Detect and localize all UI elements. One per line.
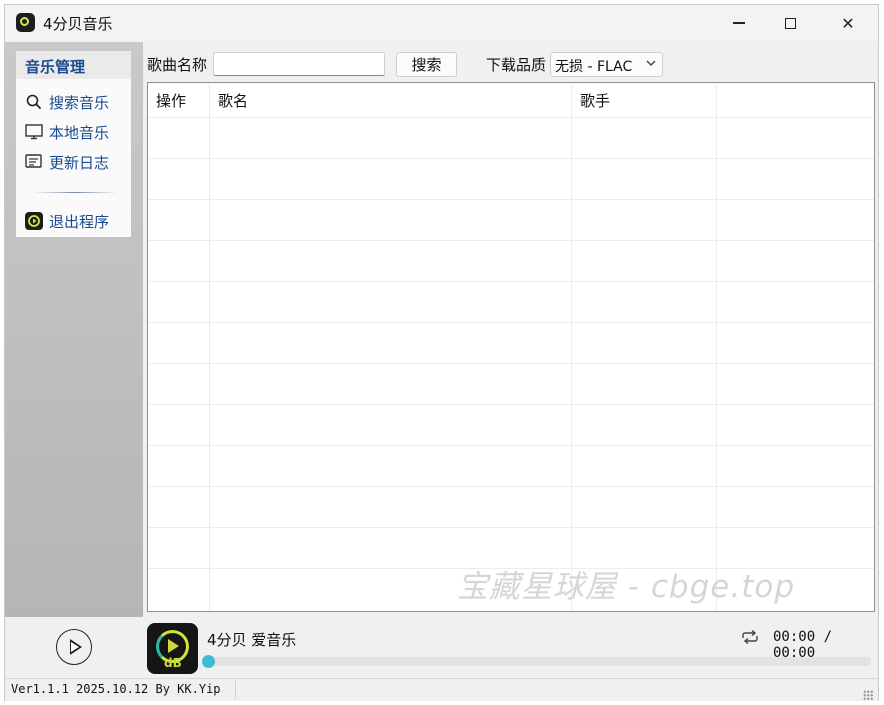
song-table[interactable]: 操作 歌名 歌手 (147, 82, 875, 612)
log-icon (25, 153, 43, 171)
cover-play-icon (168, 639, 179, 653)
chevron-down-icon (645, 57, 657, 72)
status-divider (235, 681, 236, 699)
quality-label: 下载品质 (486, 56, 547, 74)
song-name-label: 歌曲名称 (147, 56, 208, 74)
row-divider (148, 199, 874, 200)
sidebar-item-label: 本地音乐 (49, 123, 110, 142)
sidebar-divider (32, 192, 118, 193)
search-button[interactable]: 搜索 (396, 52, 457, 77)
title-bar: 4分贝音乐 ✕ (5, 5, 878, 41)
row-divider (148, 486, 874, 487)
minimize-icon (733, 22, 745, 24)
row-divider (148, 363, 874, 364)
window-title: 4分贝音乐 (43, 15, 113, 33)
minimize-button[interactable] (717, 5, 761, 41)
column-divider (571, 83, 572, 611)
monitor-icon (25, 123, 43, 141)
maximize-button[interactable] (768, 5, 812, 41)
column-header-song[interactable]: 歌名 (210, 83, 572, 117)
progress-handle[interactable] (202, 655, 215, 668)
sidebar-header: 音乐管理 (16, 51, 131, 79)
sidebar-item-label: 更新日志 (49, 153, 110, 172)
app-icon (25, 212, 43, 230)
track-title: 4分贝 爱音乐 (207, 631, 297, 649)
app-window: 4分贝音乐 ✕ 音乐管理 搜索音乐 本地音乐 更新日志 退出程序 歌曲名称 搜索… (4, 4, 879, 701)
repeat-icon[interactable] (740, 629, 760, 649)
column-header-action[interactable]: 操作 (148, 83, 210, 117)
column-divider (716, 83, 717, 611)
sidebar-item-label: 搜索音乐 (49, 93, 110, 112)
song-name-input[interactable] (213, 52, 385, 76)
close-button[interactable]: ✕ (826, 5, 870, 41)
sidebar-item-changelog[interactable]: 更新日志 (25, 150, 109, 174)
quality-select[interactable]: 无损 - FLAC (550, 52, 663, 77)
resize-grip-icon[interactable] (863, 690, 873, 700)
row-divider (148, 158, 874, 159)
sidebar-item-label: 退出程序 (49, 212, 110, 231)
sidebar-item-exit[interactable]: 退出程序 (25, 209, 109, 233)
app-logo-icon (16, 13, 35, 32)
sidebar-header-label: 音乐管理 (25, 58, 86, 76)
row-divider (148, 281, 874, 282)
status-right-panel (786, 681, 856, 699)
sidebar-menu: 音乐管理 搜索音乐 本地音乐 更新日志 退出程序 (16, 51, 131, 237)
play-button[interactable] (56, 629, 92, 665)
row-divider (148, 322, 874, 323)
maximize-icon (784, 17, 796, 29)
version-text: Ver1.1.1 2025.10.12 By KK.Yip (11, 682, 221, 696)
cover-db-label: dB (164, 656, 182, 670)
row-divider (148, 527, 874, 528)
row-divider (148, 240, 874, 241)
album-cover: dB (147, 623, 198, 674)
progress-bar[interactable] (204, 657, 871, 666)
search-icon (25, 93, 43, 111)
row-divider (148, 117, 874, 118)
row-divider (148, 445, 874, 446)
column-header-extra[interactable] (717, 83, 874, 117)
close-icon: ✕ (841, 13, 855, 33)
quality-select-value: 无损 - FLAC (555, 59, 633, 75)
sidebar-item-search-music[interactable]: 搜索音乐 (25, 90, 109, 114)
sidebar-item-local-music[interactable]: 本地音乐 (25, 120, 109, 144)
column-header-artist[interactable]: 歌手 (572, 83, 717, 117)
row-divider (148, 404, 874, 405)
watermark: 宝藏星球屋 - cbge.top (457, 569, 796, 605)
column-divider (209, 83, 210, 611)
